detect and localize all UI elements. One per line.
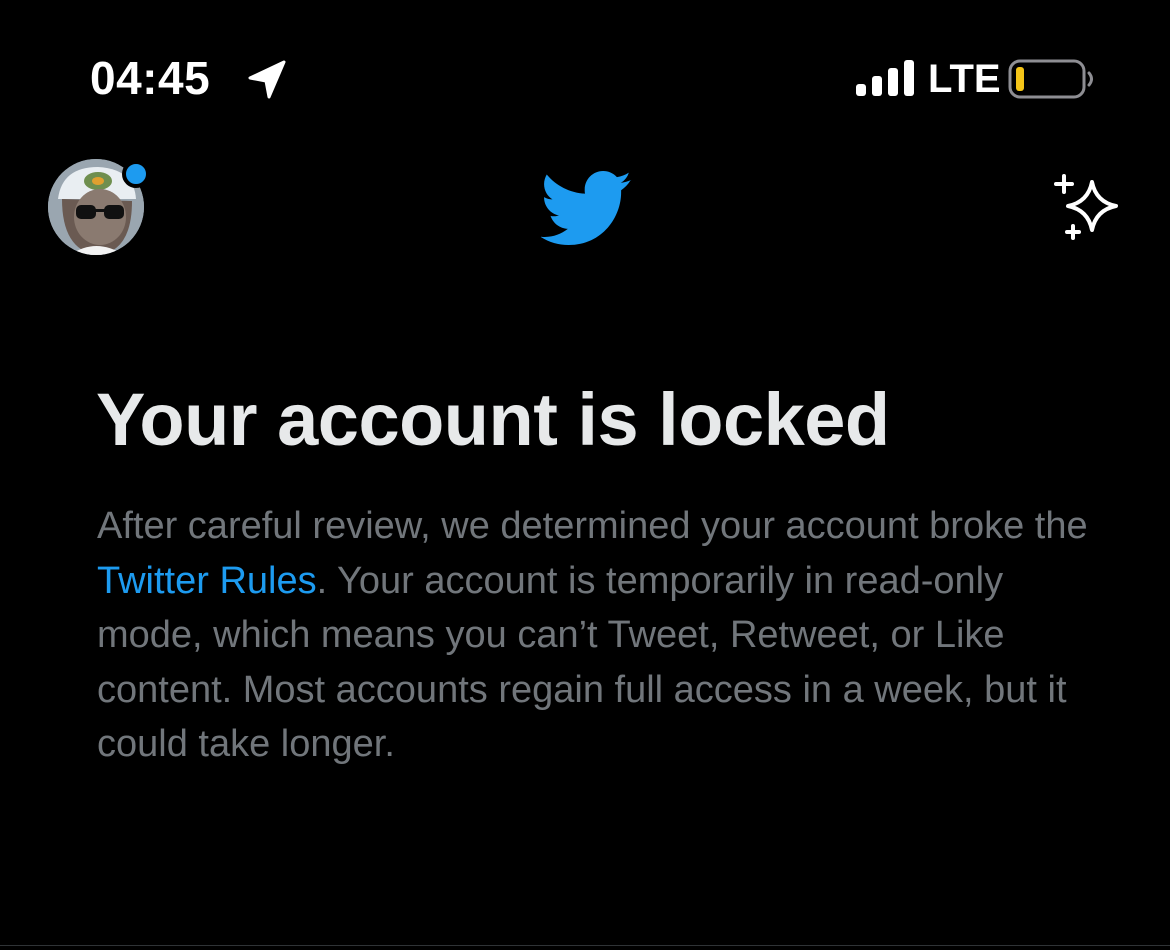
location-arrow-icon <box>248 60 286 99</box>
sparkle-icon[interactable] <box>1048 172 1124 242</box>
network-type-label: LTE <box>928 57 1001 101</box>
body-text-before-link: After careful review, we determined your… <box>97 505 1088 547</box>
status-time: 04:45 <box>90 52 211 104</box>
signal-bars-icon <box>856 60 914 96</box>
status-bar: 04:45 LTE <box>0 0 1170 150</box>
lock-explanation-text: After careful review, we determined your… <box>97 499 1097 772</box>
bottom-divider <box>0 945 1170 946</box>
page-title: Your account is locked <box>96 378 890 461</box>
twitter-rules-link[interactable]: Twitter Rules <box>97 560 317 602</box>
notification-dot <box>122 160 150 188</box>
twitter-bird-icon[interactable] <box>541 170 633 248</box>
battery-low-icon <box>1008 59 1093 99</box>
